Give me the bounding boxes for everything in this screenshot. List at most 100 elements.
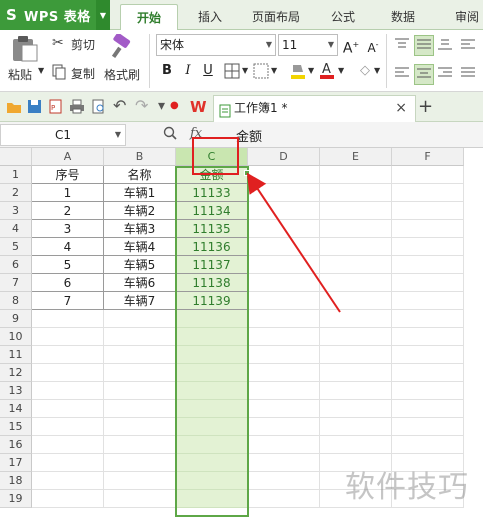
font-size-select[interactable]: 11 ▼	[278, 34, 338, 56]
tab-data[interactable]: 数据	[380, 4, 426, 30]
cell-d14[interactable]	[248, 400, 320, 418]
cell-b7[interactable]: 车辆6	[104, 274, 176, 292]
chevron-down-icon[interactable]: ▼	[242, 66, 248, 75]
cell-a15[interactable]	[32, 418, 104, 436]
cell-e13[interactable]	[320, 382, 392, 400]
cell-e10[interactable]	[320, 328, 392, 346]
align-right-icon[interactable]	[437, 66, 453, 83]
row-header-14[interactable]: 14	[0, 400, 32, 418]
cell-c9[interactable]	[176, 310, 248, 328]
cell-c7[interactable]: 11138	[176, 274, 248, 292]
cell-a5[interactable]: 4	[32, 238, 104, 256]
cell-c13[interactable]	[176, 382, 248, 400]
cell-f3[interactable]	[392, 202, 464, 220]
column-header-f[interactable]: F	[392, 148, 464, 166]
cell-f5[interactable]	[392, 238, 464, 256]
cell-b19[interactable]	[104, 490, 176, 508]
cell-e6[interactable]	[320, 256, 392, 274]
chevron-down-icon[interactable]: ▼	[271, 66, 277, 75]
cell-a14[interactable]	[32, 400, 104, 418]
app-menu-button[interactable]: S WPS 表格 ▼	[0, 0, 110, 30]
cell-a6[interactable]: 5	[32, 256, 104, 274]
select-all-corner[interactable]	[0, 148, 32, 166]
cell-a12[interactable]	[32, 364, 104, 382]
row-header-5[interactable]: 5	[0, 238, 32, 256]
tab-review[interactable]: 审阅	[444, 4, 483, 30]
cell-a9[interactable]	[32, 310, 104, 328]
cell-b5[interactable]: 车辆4	[104, 238, 176, 256]
cell-e8[interactable]	[320, 292, 392, 310]
cell-f9[interactable]	[392, 310, 464, 328]
cell-e7[interactable]	[320, 274, 392, 292]
row-header-3[interactable]: 3	[0, 202, 32, 220]
cell-c2[interactable]: 11133	[176, 184, 248, 202]
chevron-down-icon[interactable]: ▼	[374, 66, 380, 75]
cell-e3[interactable]	[320, 202, 392, 220]
row-header-16[interactable]: 16	[0, 436, 32, 454]
cell-b3[interactable]: 车辆2	[104, 202, 176, 220]
cell-c4[interactable]: 11135	[176, 220, 248, 238]
new-tab-plus-icon[interactable]: +	[418, 96, 433, 117]
save-icon[interactable]	[27, 99, 42, 117]
cell-d4[interactable]	[248, 220, 320, 238]
cell-d13[interactable]	[248, 382, 320, 400]
cell-f14[interactable]	[392, 400, 464, 418]
print-icon[interactable]	[69, 99, 85, 117]
align-center-icon[interactable]	[414, 64, 434, 85]
print-preview-icon[interactable]	[91, 99, 106, 117]
align-top-icon[interactable]	[394, 37, 410, 54]
cell-d6[interactable]	[248, 256, 320, 274]
cell-c15[interactable]	[176, 418, 248, 436]
zoom-search-icon[interactable]	[163, 126, 177, 143]
cell-d12[interactable]	[248, 364, 320, 382]
cell-a18[interactable]	[32, 472, 104, 490]
cell-b11[interactable]	[104, 346, 176, 364]
font-color-icon[interactable]: A	[318, 60, 336, 80]
cell-c16[interactable]	[176, 436, 248, 454]
bold-button[interactable]: B	[158, 62, 176, 80]
cell-b17[interactable]	[104, 454, 176, 472]
export-pdf-icon[interactable]: P	[48, 99, 63, 117]
row-header-1[interactable]: 1	[0, 166, 32, 184]
cell-d19[interactable]	[248, 490, 320, 508]
align-middle-icon[interactable]	[414, 35, 434, 56]
chevron-down-icon[interactable]: ▼	[338, 66, 344, 75]
tab-formulas[interactable]: 公式	[320, 4, 366, 30]
cell-a17[interactable]	[32, 454, 104, 472]
row-header-8[interactable]: 8	[0, 292, 32, 310]
cell-a19[interactable]	[32, 490, 104, 508]
row-header-11[interactable]: 11	[0, 346, 32, 364]
borders-icon[interactable]	[224, 63, 240, 82]
cell-f10[interactable]	[392, 328, 464, 346]
tab-insert[interactable]: 插入	[186, 4, 234, 30]
cell-f11[interactable]	[392, 346, 464, 364]
row-header-10[interactable]: 10	[0, 328, 32, 346]
cell-d7[interactable]	[248, 274, 320, 292]
cell-a8[interactable]: 7	[32, 292, 104, 310]
decrease-font-icon[interactable]: A-	[364, 36, 382, 55]
row-header-13[interactable]: 13	[0, 382, 32, 400]
cell-f12[interactable]	[392, 364, 464, 382]
redo-icon[interactable]: ↷	[135, 96, 148, 115]
cell-f7[interactable]	[392, 274, 464, 292]
cell-e1[interactable]	[320, 166, 392, 184]
cell-d2[interactable]	[248, 184, 320, 202]
align-left-icon[interactable]	[394, 66, 410, 83]
cell-e12[interactable]	[320, 364, 392, 382]
cell-b14[interactable]	[104, 400, 176, 418]
undo-icon[interactable]: ↶	[113, 96, 126, 115]
row-header-15[interactable]: 15	[0, 418, 32, 436]
cell-c14[interactable]	[176, 400, 248, 418]
cell-a16[interactable]	[32, 436, 104, 454]
cell-a3[interactable]: 2	[32, 202, 104, 220]
cell-c3[interactable]: 11134	[176, 202, 248, 220]
paste-icon[interactable]	[10, 34, 40, 62]
cell-c18[interactable]	[176, 472, 248, 490]
cell-d8[interactable]	[248, 292, 320, 310]
cell-f8[interactable]	[392, 292, 464, 310]
font-name-select[interactable]: 宋体 ▼	[156, 34, 276, 56]
row-header-6[interactable]: 6	[0, 256, 32, 274]
row-header-2[interactable]: 2	[0, 184, 32, 202]
cell-e11[interactable]	[320, 346, 392, 364]
cell-b10[interactable]	[104, 328, 176, 346]
